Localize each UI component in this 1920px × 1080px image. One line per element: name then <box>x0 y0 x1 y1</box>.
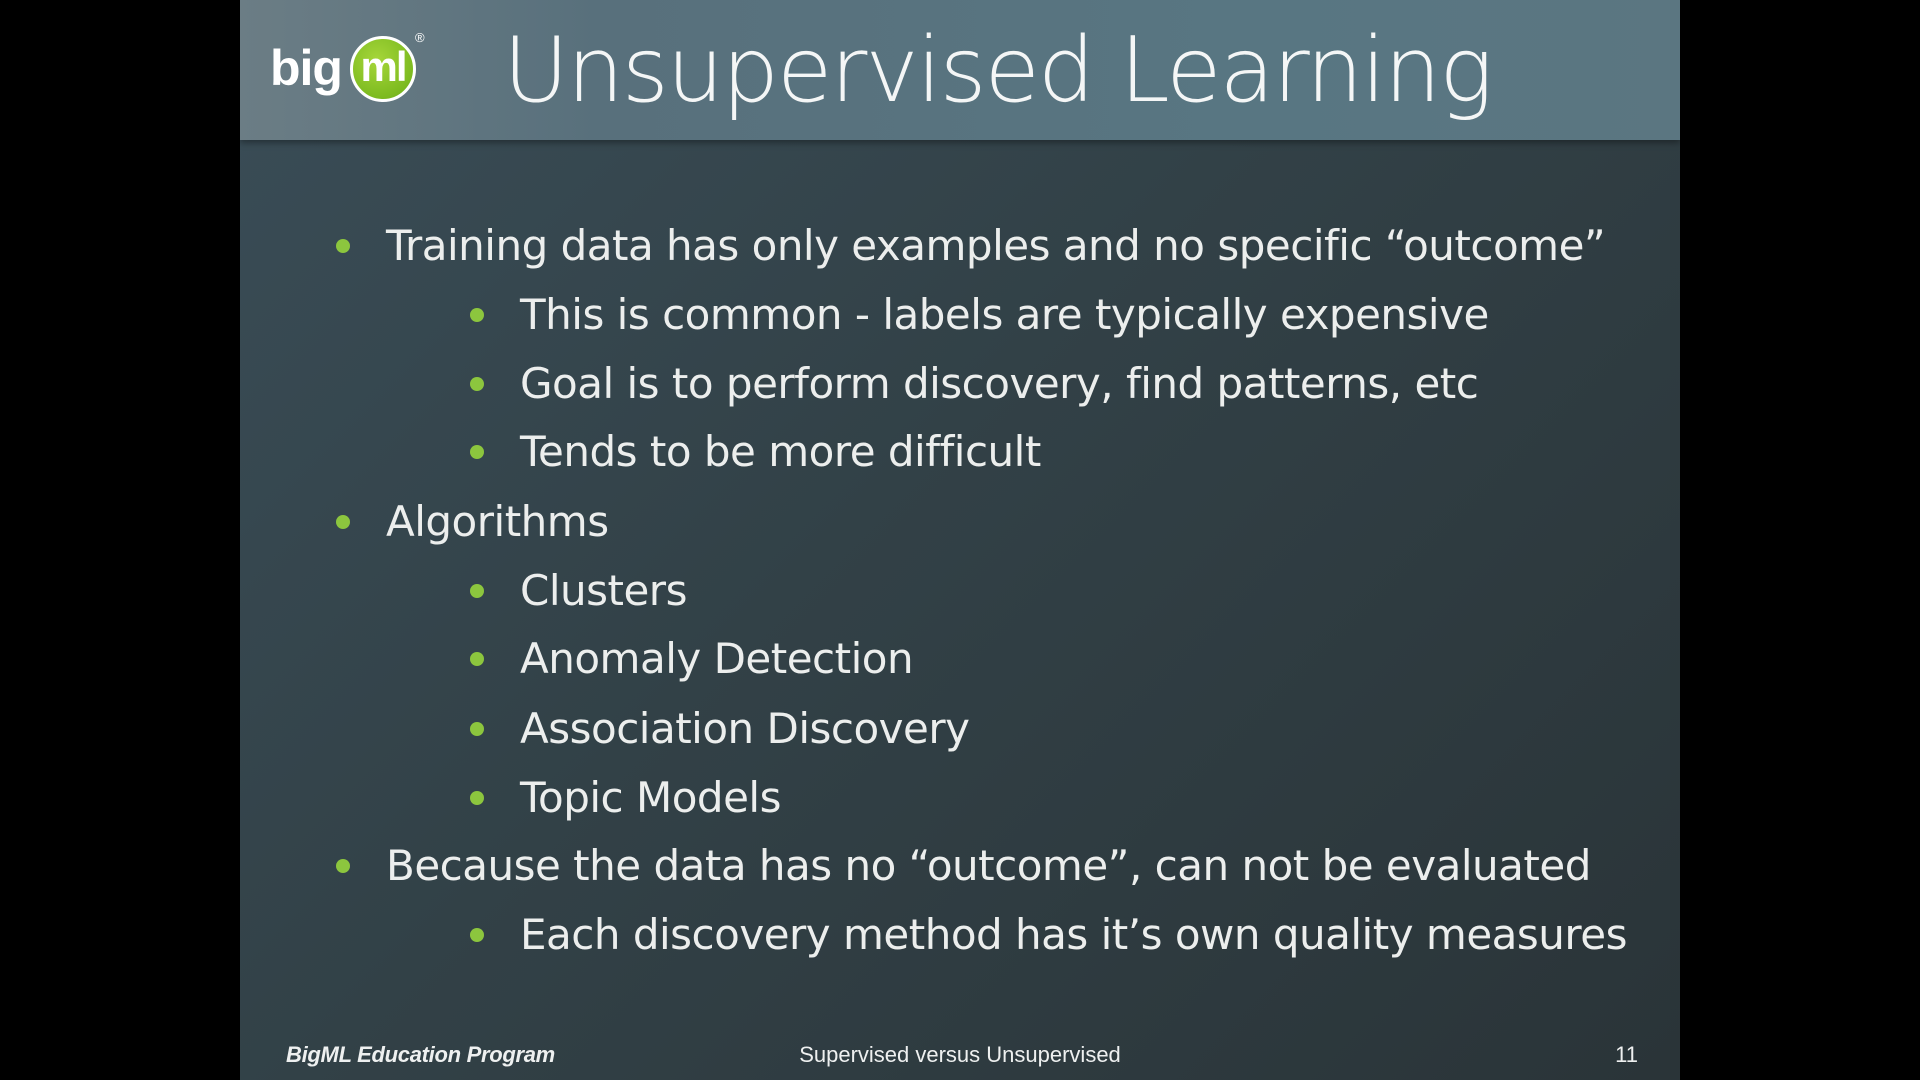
sub-bullet-item: Clusters <box>470 566 687 616</box>
footer-section-title: Supervised versus Unsupervised <box>799 1042 1121 1067</box>
bullet-text: Training data has only examples and no s… <box>386 221 1606 270</box>
presentation-slide: big ml ® Unsupervised Learning Training … <box>240 0 1680 1080</box>
bullet-text: Each discovery method has it’s own quali… <box>520 910 1627 959</box>
bullet-item: Algorithms <box>336 497 609 547</box>
sub-bullet-item: Goal is to perform discovery, find patte… <box>470 359 1479 409</box>
bullet-dot-icon <box>470 377 484 391</box>
bullet-dot-icon <box>470 652 484 666</box>
bullet-item: Training data has only examples and no s… <box>336 221 1606 271</box>
bullet-dot-icon <box>470 791 484 805</box>
bullet-list: Training data has only examples and no s… <box>240 0 1680 1000</box>
bullet-text: Topic Models <box>520 773 781 822</box>
sub-bullet-item: Topic Models <box>470 773 781 823</box>
sub-bullet-item: Tends to be more difficult <box>470 427 1041 477</box>
sub-bullet-item: This is common - labels are typically ex… <box>470 290 1489 340</box>
bullet-text: This is common - labels are typically ex… <box>520 290 1489 339</box>
video-frame: big ml ® Unsupervised Learning Training … <box>0 0 1920 1080</box>
bullet-dot-icon <box>336 859 350 873</box>
bullet-dot-icon <box>470 308 484 322</box>
slide-footer: BigML Education Program Supervised versu… <box>240 1040 1680 1070</box>
bullet-dot-icon <box>470 928 484 942</box>
bullet-text: Tends to be more difficult <box>520 427 1041 476</box>
bullet-item: Because the data has no “outcome”, can n… <box>336 841 1591 891</box>
bullet-dot-icon <box>336 239 350 253</box>
slide-page-number: 11 <box>1615 1042 1638 1067</box>
bullet-dot-icon <box>470 722 484 736</box>
bullet-text: Because the data has no “outcome”, can n… <box>386 841 1591 890</box>
bullet-dot-icon <box>336 515 350 529</box>
sub-bullet-item: Association Discovery <box>470 704 970 754</box>
bullet-text: Algorithms <box>386 497 609 546</box>
bullet-text: Anomaly Detection <box>520 634 914 683</box>
bullet-text: Goal is to perform discovery, find patte… <box>520 359 1479 408</box>
bullet-text: Association Discovery <box>520 704 970 753</box>
bullet-dot-icon <box>470 445 484 459</box>
sub-bullet-item: Anomaly Detection <box>470 634 914 684</box>
sub-bullet-item: Each discovery method has it’s own quali… <box>470 910 1627 960</box>
bullet-text: Clusters <box>520 566 687 615</box>
bullet-dot-icon <box>470 584 484 598</box>
